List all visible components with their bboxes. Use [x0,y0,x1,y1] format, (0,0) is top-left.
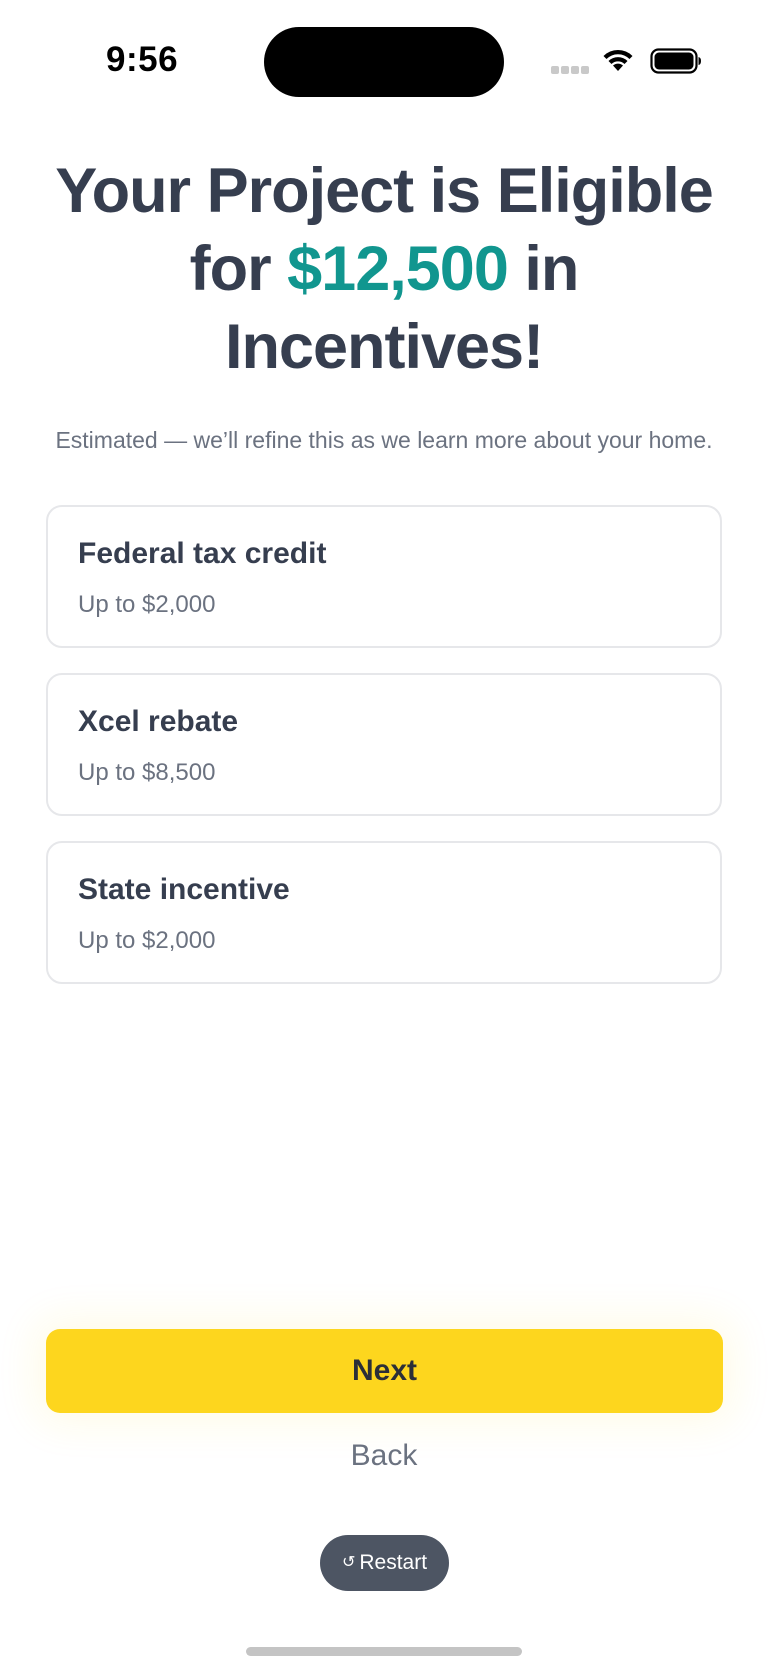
next-button[interactable]: Next [46,1329,723,1413]
restart-label: Restart [359,1551,428,1574]
incentive-card-xcel: Xcel rebate Up to $8,500 [46,673,722,816]
page-title: Your Project is Eligible for $12,500 in … [34,152,734,386]
incentive-title: Federal tax credit [78,537,327,570]
restart-button[interactable]: ↺ Restart [320,1535,449,1591]
status-bar: 9:56 [0,0,768,120]
incentive-card-state: State incentive Up to $2,000 [46,841,722,984]
status-time: 9:56 [106,40,179,79]
incentive-amount: Up to $2,000 [78,591,216,618]
incentive-amount: Up to $2,000 [78,927,216,954]
incentive-title: Xcel rebate [78,705,239,738]
incentive-amount: Up to $8,500 [78,759,216,786]
incentive-card-federal: Federal tax credit Up to $2,000 [46,505,722,648]
wifi-icon [603,49,633,71]
back-button[interactable]: Back [284,1434,484,1478]
battery-icon [650,48,701,74]
incentive-title: State incentive [78,873,290,906]
restart-icon: ↺ [341,1554,356,1571]
home-indicator[interactable] [246,1647,522,1656]
eligible-amount: $12,500 [287,234,509,304]
estimate-note: Estimated — we’ll refine this as we lear… [55,427,713,453]
signal-dots-icon [551,66,589,74]
dynamic-island [264,27,504,97]
